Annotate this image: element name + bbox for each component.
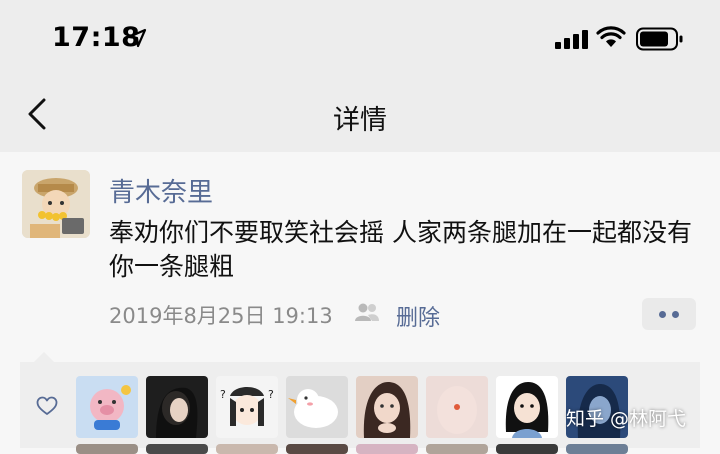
- liker-avatar[interactable]: [356, 376, 418, 438]
- cellular-signal-icon: [555, 30, 588, 49]
- wifi-icon: [596, 26, 626, 47]
- liker-avatar[interactable]: [286, 444, 348, 454]
- svg-text:?: ?: [220, 388, 226, 401]
- more-actions-button[interactable]: [642, 298, 696, 330]
- avatar[interactable]: [22, 170, 90, 238]
- delete-link[interactable]: 删除: [396, 300, 440, 332]
- liker-avatar[interactable]: [146, 444, 208, 454]
- liker-avatar[interactable]: [426, 444, 488, 454]
- liker-avatar[interactable]: [496, 376, 558, 438]
- heart-icon: [36, 396, 58, 415]
- location-arrow-icon: [127, 28, 147, 48]
- dot-icon: [672, 311, 679, 318]
- liker-avatar[interactable]: [216, 444, 278, 454]
- pink-fingertip-image: [426, 376, 488, 438]
- pig-doll-image: [76, 376, 138, 438]
- dot-icon: [659, 311, 666, 318]
- nav-bar: 详情: [0, 78, 720, 152]
- watermark: 知乎 @林阿弋: [566, 408, 687, 430]
- battery-icon: [636, 27, 683, 51]
- cartoon-girl-black-hair-image: [496, 376, 558, 438]
- liker-avatar[interactable]: [426, 376, 488, 438]
- username[interactable]: 青木奈里: [109, 172, 213, 209]
- liker-avatar[interactable]: [356, 444, 418, 454]
- liker-avatar[interactable]: [286, 376, 348, 438]
- likes-panel-arrow: [34, 352, 54, 362]
- post-timestamp: 2019年8月25日 19:13: [109, 304, 333, 328]
- svg-text:?: ?: [268, 388, 274, 401]
- liker-avatar[interactable]: [566, 444, 628, 454]
- liker-avatar[interactable]: [76, 376, 138, 438]
- status-bar: 17:18: [0, 0, 720, 78]
- page-title: 详情: [333, 105, 387, 136]
- dark-haired-girl-image: [146, 376, 208, 438]
- white-duck-image: [286, 376, 348, 438]
- liker-avatar[interactable]: [146, 376, 208, 438]
- liker-avatar[interactable]: [76, 444, 138, 454]
- visibility-group-icon[interactable]: [354, 302, 380, 322]
- liker-avatar[interactable]: ? ?: [216, 376, 278, 438]
- cartoon-girl-cap-image: ? ?: [216, 376, 278, 438]
- liker-avatar[interactable]: [496, 444, 558, 454]
- cartoon-avatar-image: [22, 170, 90, 238]
- post-text: 奉劝你们不要取笑社会摇 人家两条腿加在一起都没有你一条腿粗: [109, 218, 692, 281]
- girl-hand-on-chin-image: [356, 376, 418, 438]
